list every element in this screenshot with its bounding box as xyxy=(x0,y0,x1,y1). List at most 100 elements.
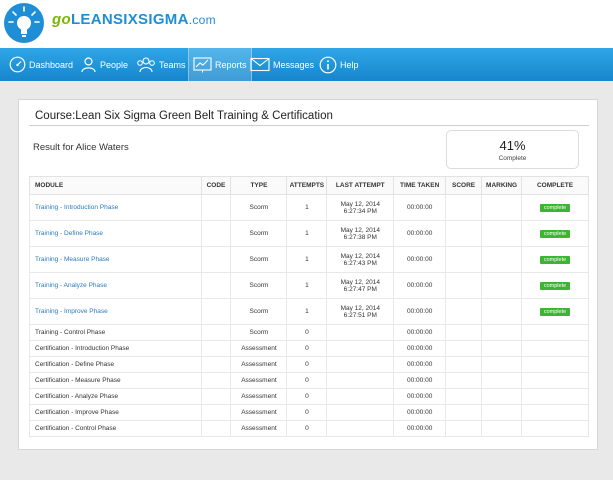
table-row: Certification - Control Phase Assessment… xyxy=(29,420,589,437)
attempts-cell: 0 xyxy=(286,324,328,341)
attempts-cell: 0 xyxy=(286,404,328,421)
marking-cell xyxy=(481,324,523,341)
attempts-cell: 0 xyxy=(286,388,328,405)
module-cell: Training - Analyze Phase xyxy=(29,272,202,299)
main-nav: Dashboard People Teams Reports Messages … xyxy=(0,48,613,81)
module-cell: Certification - Measure Phase xyxy=(29,372,202,389)
col-type[interactable]: TYPE xyxy=(230,176,288,195)
attempts-cell: 1 xyxy=(286,298,328,325)
table-row: Certification - Define Phase Assessment … xyxy=(29,356,589,373)
complete-cell xyxy=(521,340,589,357)
type-cell: Scorm xyxy=(230,246,288,273)
time-taken-cell: 00:00:00 xyxy=(393,220,447,247)
lightbulb-logo-icon[interactable] xyxy=(4,3,44,43)
time-taken-cell: 00:00:00 xyxy=(393,298,447,325)
module-link[interactable]: Training - Improve Phase xyxy=(35,308,108,315)
complete-cell xyxy=(521,356,589,373)
nav-teams[interactable]: Teams xyxy=(136,48,186,81)
col-complete[interactable]: COMPLETE xyxy=(521,176,589,195)
module-link[interactable]: Training - Measure Phase xyxy=(35,256,110,263)
complete-cell xyxy=(521,324,589,341)
last-attempt-cell: May 12, 2014 6:27:47 PM xyxy=(326,272,395,299)
nav-reports[interactable]: Reports xyxy=(188,48,252,81)
table-row: Certification - Introduction Phase Asses… xyxy=(29,340,589,357)
code-cell xyxy=(200,324,232,341)
code-cell xyxy=(200,388,232,405)
complete-cell xyxy=(521,388,589,405)
report-card: Course:Lean Six Sigma Green Belt Trainin… xyxy=(18,99,598,450)
col-last-attempt[interactable]: LAST ATTEMPT xyxy=(326,176,395,195)
results-table: MODULE CODE TYPE ATTEMPTS LAST ATTEMPT T… xyxy=(29,176,589,437)
time-taken-cell: 00:00:00 xyxy=(393,340,447,357)
attempts-cell: 1 xyxy=(286,246,328,273)
module-cell: Certification - Introduction Phase xyxy=(29,340,202,357)
progress-percent: 41% xyxy=(499,138,526,153)
score-cell xyxy=(445,372,483,389)
module-link[interactable]: Training - Introduction Phase xyxy=(35,204,118,211)
col-attempts[interactable]: ATTEMPTS xyxy=(286,176,328,195)
code-cell xyxy=(200,298,232,325)
last-attempt-cell xyxy=(326,340,395,357)
score-cell xyxy=(445,404,483,421)
table-row: Certification - Improve Phase Assessment… xyxy=(29,404,589,421)
time-taken-cell: 00:00:00 xyxy=(393,324,447,341)
nav-help[interactable]: Help xyxy=(319,48,359,81)
marking-cell xyxy=(481,388,523,405)
person-icon xyxy=(81,57,96,73)
marking-cell xyxy=(481,340,523,357)
envelope-icon xyxy=(250,57,270,72)
score-cell xyxy=(445,194,483,221)
type-cell: Scorm xyxy=(230,272,288,299)
last-attempt-time: 6:27:51 PM xyxy=(343,311,377,319)
complete-badge: complete xyxy=(539,203,571,212)
last-attempt-cell xyxy=(326,324,395,341)
marking-cell xyxy=(481,298,523,325)
time-taken-cell: 00:00:00 xyxy=(393,420,447,437)
last-attempt-time: 6:27:34 PM xyxy=(343,207,377,215)
complete-cell xyxy=(521,372,589,389)
score-cell xyxy=(445,420,483,437)
time-taken-cell: 00:00:00 xyxy=(393,372,447,389)
col-score[interactable]: SCORE xyxy=(445,176,483,195)
type-cell: Assessment xyxy=(230,340,288,357)
score-cell xyxy=(445,246,483,273)
complete-badge: complete xyxy=(539,307,571,316)
marking-cell xyxy=(481,420,523,437)
module-cell: Certification - Control Phase xyxy=(29,420,202,437)
complete-badge: complete xyxy=(539,281,571,290)
marking-cell xyxy=(481,220,523,247)
module-link[interactable]: Training - Define Phase xyxy=(35,230,103,237)
progress-box: 41% Complete xyxy=(446,130,579,169)
team-icon xyxy=(137,57,155,73)
module-link[interactable]: Training - Analyze Phase xyxy=(35,282,107,289)
table-row: Training - Define Phase Scorm 1 May 12, … xyxy=(29,220,589,247)
col-marking[interactable]: MARKING xyxy=(481,176,523,195)
marking-cell xyxy=(481,194,523,221)
nav-dashboard[interactable]: Dashboard xyxy=(9,48,73,81)
complete-cell: complete xyxy=(521,194,589,221)
nav-people[interactable]: People xyxy=(80,48,128,81)
last-attempt-cell xyxy=(326,388,395,405)
brand-domain: .com xyxy=(188,13,216,27)
module-cell: Certification - Improve Phase xyxy=(29,404,202,421)
module-cell: Training - Improve Phase xyxy=(29,298,202,325)
score-cell xyxy=(445,272,483,299)
last-attempt-cell: May 12, 2014 6:27:38 PM xyxy=(326,220,395,247)
col-module[interactable]: MODULE xyxy=(29,176,202,195)
col-time-taken[interactable]: TIME TAKEN xyxy=(393,176,447,195)
complete-cell xyxy=(521,420,589,437)
top-header: goLEANSIXSIGMA.com xyxy=(0,0,613,48)
marking-cell xyxy=(481,404,523,421)
nav-messages[interactable]: Messages xyxy=(250,48,314,81)
code-cell xyxy=(200,246,232,273)
complete-badge: complete xyxy=(539,255,571,264)
last-attempt-cell: May 12, 2014 6:27:34 PM xyxy=(326,194,395,221)
table-header-row: MODULE CODE TYPE ATTEMPTS LAST ATTEMPT T… xyxy=(29,176,589,195)
col-code[interactable]: CODE xyxy=(200,176,232,195)
code-cell xyxy=(200,372,232,389)
last-attempt-date: May 12, 2014 xyxy=(340,226,380,234)
time-taken-cell: 00:00:00 xyxy=(393,388,447,405)
type-cell: Assessment xyxy=(230,404,288,421)
brand-logo-text[interactable]: goLEANSIXSIGMA.com xyxy=(52,11,216,28)
attempts-cell: 1 xyxy=(286,194,328,221)
